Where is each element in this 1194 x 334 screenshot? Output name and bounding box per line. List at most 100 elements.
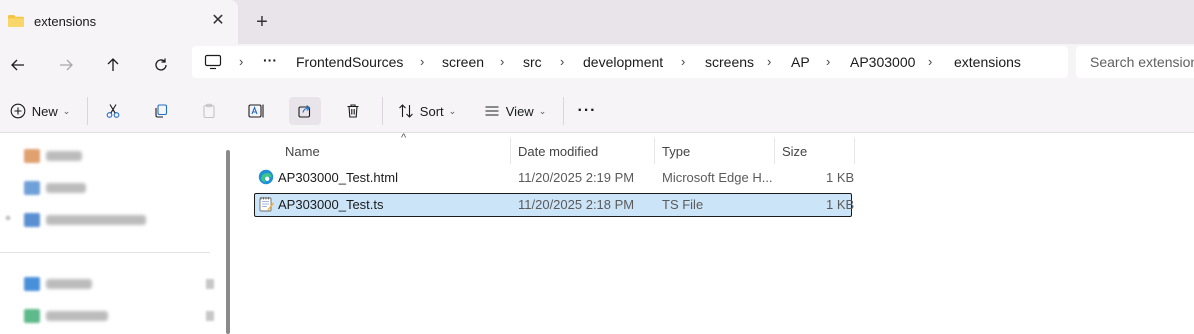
copy-icon — [155, 104, 168, 118]
column-divider[interactable] — [854, 138, 855, 164]
sort-button-label: Sort — [419, 103, 444, 119]
refresh-button[interactable] — [149, 53, 173, 77]
toolbar-divider — [382, 97, 383, 125]
chevron-down-icon: ⌄ — [62, 105, 71, 116]
sidebar-scrollbar[interactable] — [226, 150, 230, 334]
arrow-up-icon — [107, 58, 119, 71]
column-header-name[interactable]: ^ Name — [254, 132, 510, 164]
column-header-date[interactable]: Date modified — [518, 138, 654, 164]
refresh-icon — [155, 58, 167, 71]
delete-button[interactable] — [338, 97, 368, 125]
arrow-right-icon — [60, 59, 73, 71]
breadcrumb-screen[interactable]: screen — [442, 54, 484, 70]
breadcrumb-ap[interactable]: AP — [791, 54, 810, 70]
search-box[interactable]: Search extensions — [1076, 46, 1194, 78]
breadcrumb-extensions[interactable]: extensions — [954, 54, 1021, 70]
table-row[interactable]: AP303000_Test.html 11/20/2025 2:19 PM Mi… — [254, 166, 854, 190]
file-date-modified: 11/20/2025 2:19 PM — [518, 170, 635, 185]
column-header-type[interactable]: Type — [662, 138, 774, 164]
breadcrumb-ap303000[interactable]: AP303000 — [850, 54, 915, 70]
trash-icon — [347, 104, 359, 118]
view-button-label: View — [505, 103, 534, 119]
this-pc-icon[interactable] — [204, 54, 222, 70]
sidebar-divider — [0, 252, 210, 253]
command-bar: New ⌄ Sort ⌄ View ⌄ ··· — [0, 87, 1194, 133]
breadcrumb-separator-icon[interactable]: › — [928, 54, 932, 69]
sidebar-item-desktop[interactable] — [24, 276, 92, 292]
breadcrumb-overflow[interactable]: ··· — [263, 52, 277, 68]
paste-button[interactable] — [194, 97, 224, 125]
title-bar: extensions ✕ + — [0, 0, 1194, 44]
chevron-down-icon: ⌄ — [538, 105, 547, 116]
rename-button[interactable] — [242, 97, 272, 125]
share-button[interactable] — [289, 97, 321, 125]
cloud-icon — [24, 213, 40, 227]
sort-button[interactable]: Sort ⌄ — [392, 97, 462, 125]
breadcrumb-separator-icon[interactable]: › — [560, 54, 564, 69]
address-bar[interactable]: › ··· FrontendSources › screen › src › d… — [192, 46, 1068, 78]
file-type: Microsoft Edge H... — [662, 170, 773, 185]
sort-icon — [398, 104, 413, 118]
column-divider[interactable] — [510, 138, 511, 164]
breadcrumb-development[interactable]: development — [583, 54, 663, 70]
tab-title: extensions — [34, 14, 97, 29]
copy-button[interactable] — [146, 97, 176, 125]
sidebar-item-gallery[interactable] — [24, 180, 86, 196]
breadcrumb-separator-icon[interactable]: › — [826, 54, 830, 69]
view-button[interactable]: View ⌄ — [478, 97, 552, 125]
new-tab-button[interactable]: + — [252, 10, 272, 34]
breadcrumb-separator-icon[interactable]: › — [500, 54, 504, 69]
sidebar-item-home[interactable] — [24, 148, 82, 164]
folder-icon — [8, 15, 24, 27]
tab-extensions[interactable]: extensions ✕ — [0, 0, 238, 44]
close-tab-icon[interactable]: ✕ — [210, 11, 226, 31]
sort-ascending-icon: ^ — [401, 132, 407, 144]
pin-icon — [206, 311, 214, 321]
file-date-modified: 11/20/2025 2:18 PM — [518, 197, 635, 212]
table-row-selected[interactable]: AP303000_Test.ts 11/20/2025 2:18 PM TS F… — [254, 193, 855, 217]
breadcrumb-separator-icon[interactable]: › — [420, 54, 424, 69]
edge-icon — [258, 169, 274, 185]
column-header-label: Name — [285, 143, 320, 159]
breadcrumb-separator-icon[interactable]: › — [239, 54, 243, 69]
navigation-pane — [0, 134, 232, 334]
download-icon — [24, 309, 40, 323]
cut-button[interactable] — [98, 97, 128, 125]
navigation-bar: › ··· FrontendSources › screen › src › d… — [0, 44, 1194, 87]
breadcrumb-src[interactable]: src — [523, 54, 542, 70]
up-button[interactable] — [101, 53, 125, 77]
sidebar-item-label — [46, 279, 92, 289]
breadcrumb-frontendsources[interactable]: FrontendSources — [296, 54, 403, 70]
breadcrumb-screens[interactable]: screens — [705, 54, 754, 70]
column-divider[interactable] — [654, 138, 655, 164]
notepad-icon — [259, 197, 274, 212]
expand-chevron-icon[interactable] — [6, 216, 10, 220]
breadcrumb-separator-icon[interactable]: › — [681, 54, 685, 69]
desktop-icon — [24, 277, 40, 291]
sidebar-item-onedrive[interactable] — [24, 212, 146, 228]
pin-icon — [206, 279, 214, 289]
breadcrumb-separator-icon[interactable]: › — [767, 54, 771, 69]
sidebar-item-label — [46, 183, 86, 193]
plus-circle-icon — [10, 103, 26, 119]
file-size: 1 KB — [826, 197, 855, 212]
column-header-size[interactable]: Size — [782, 138, 854, 164]
share-icon — [298, 105, 311, 118]
list-view-icon — [485, 106, 499, 116]
new-button[interactable]: New ⌄ — [6, 97, 74, 125]
file-name: AP303000_Test.html — [278, 170, 398, 185]
column-header-label: Size — [782, 143, 808, 159]
sidebar-item-label — [46, 311, 108, 321]
file-name: AP303000_Test.ts — [278, 197, 384, 212]
see-more-button[interactable]: ··· — [572, 97, 602, 125]
rename-icon — [248, 104, 264, 118]
search-input[interactable]: Search extensions — [1090, 54, 1194, 70]
column-header-label: Type — [662, 143, 691, 159]
back-button[interactable] — [6, 53, 30, 77]
file-type: TS File — [662, 197, 704, 212]
sidebar-item-downloads[interactable] — [24, 308, 108, 324]
forward-button[interactable] — [54, 53, 78, 77]
scissors-icon — [106, 104, 120, 118]
chevron-down-icon: ⌄ — [448, 105, 457, 116]
column-divider[interactable] — [774, 138, 775, 164]
